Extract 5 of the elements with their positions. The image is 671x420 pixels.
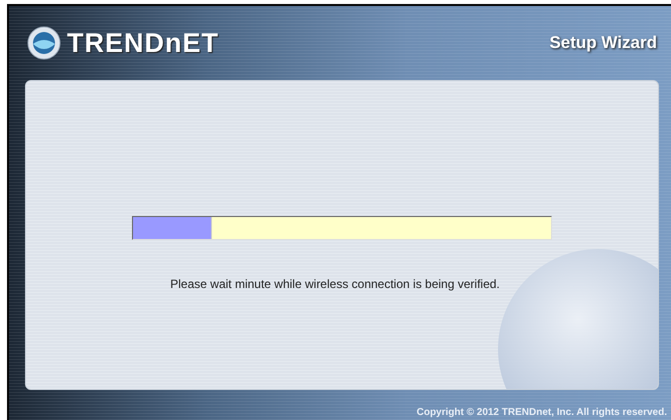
logo-text: TRENDnET (67, 28, 219, 58)
status-message: Please wait minute while wireless connection is being verified. (170, 277, 500, 291)
page-title: Setup Wizard (549, 33, 657, 53)
copyright-text: Copyright © 2012 TRENDnet, Inc. All rights reserved. (416, 407, 667, 418)
logo-icon (27, 26, 61, 60)
